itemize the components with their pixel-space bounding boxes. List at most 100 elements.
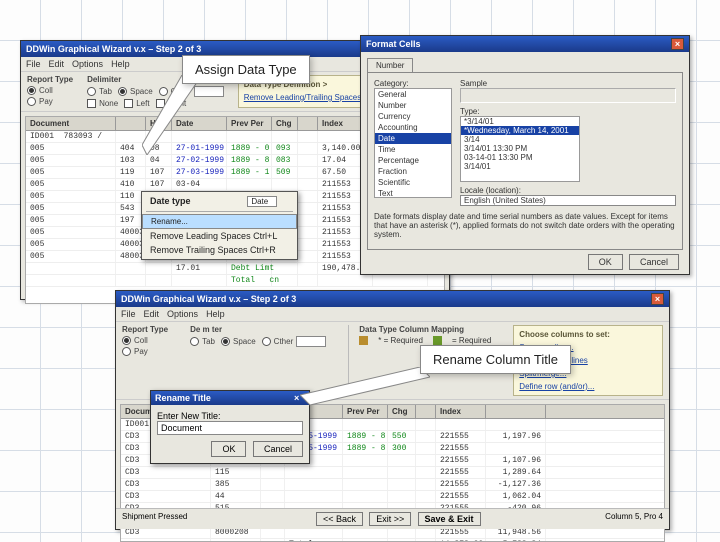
report-type-pay[interactable]: Pay <box>27 97 73 106</box>
column-header[interactable]: Hits <box>146 117 172 130</box>
table-row[interactable]: CD3385221555-1,127.36 <box>121 479 664 491</box>
fmt-category-label: Category: <box>374 79 452 88</box>
fmt-sample-box <box>460 88 676 103</box>
column-header[interactable]: Chg <box>272 117 298 130</box>
callout-rename: Rename Column Title <box>420 345 571 374</box>
ctx-remove-trailing[interactable]: Remove Trailing Spaces Ctrl+R <box>142 243 297 257</box>
strip-none[interactable]: None <box>87 99 118 108</box>
ctx-datetype-heading: Date typeDate <box>142 194 297 209</box>
rename-label: Enter New Title: <box>157 411 303 421</box>
cancel-button[interactable]: Cancel <box>253 441 303 457</box>
column-header[interactable] <box>116 117 146 130</box>
report-type-coll[interactable]: Coll <box>122 336 168 345</box>
column-header[interactable]: Chg <box>388 405 416 418</box>
menu-options[interactable]: Options <box>167 309 198 319</box>
wiz2-links-head: Choose columns to set: <box>519 330 657 339</box>
fmt-titlebar[interactable]: Format Cells × <box>361 36 689 52</box>
table-row[interactable]: CD31152215551,289.64 <box>121 467 664 479</box>
mapping-required-icon <box>359 336 368 345</box>
fmt-type-list[interactable]: *3/14/01*Wednesday, March 14, 20013/143/… <box>460 116 580 182</box>
fmt-category-item[interactable]: Scientific <box>375 177 451 188</box>
delim-other[interactable]: Other <box>159 86 224 97</box>
fmt-category-item[interactable]: Percentage <box>375 155 451 166</box>
ok-button[interactable]: OK <box>211 441 246 457</box>
delimiter-label: De m ter <box>190 325 326 334</box>
delim-other[interactable]: Cther <box>262 336 327 347</box>
wiz2-menubar[interactable]: File Edit Options Help <box>116 307 669 321</box>
report-type-label: Report Type <box>27 75 73 84</box>
mapping-head: Data Type Column Mapping <box>359 325 491 334</box>
fmt-type-item[interactable]: 3/14/01 13:30 PM <box>461 144 579 153</box>
fmt-category-item[interactable]: Fraction <box>375 166 451 177</box>
menu-help[interactable]: Help <box>111 59 130 69</box>
ok-button[interactable]: OK <box>588 254 623 270</box>
fmt-category-item[interactable]: Time <box>375 144 451 155</box>
close-icon[interactable]: × <box>651 293 664 305</box>
wiz2-titlebar[interactable]: DDWin Graphical Wizard v.x – Step 2 of 3… <box>116 291 669 307</box>
wiz1-title: DDWin Graphical Wizard v.x – Step 2 of 3 <box>26 44 201 54</box>
fmt-type-item[interactable]: 3/14 <box>461 135 579 144</box>
fmt-category-list[interactable]: GeneralNumberCurrencyAccountingDateTimeP… <box>374 88 452 198</box>
table-row[interactable]: CD3442215551,062.04 <box>121 491 664 503</box>
fmt-type-item[interactable]: *3/14/01 <box>461 117 579 126</box>
fmt-title: Format Cells <box>366 39 421 49</box>
ctx-remove-leading[interactable]: Remove Leading Spaces Ctrl+L <box>142 229 297 243</box>
ctx-rename[interactable]: Rename... <box>142 214 297 229</box>
fmt-category-item[interactable]: Accounting <box>375 122 451 133</box>
fmt-category-item[interactable]: Number <box>375 100 451 111</box>
column-header[interactable]: Date <box>172 117 227 130</box>
menu-edit[interactable]: Edit <box>144 309 160 319</box>
rename-input[interactable] <box>157 421 303 435</box>
wiz2-footer: Shipment Pressed << Back Exit >> Save & … <box>116 508 669 529</box>
fmt-tab-number[interactable]: Number <box>367 58 413 72</box>
column-context-menu[interactable]: Date typeDate Rename... Remove Leading S… <box>141 191 298 260</box>
column-header[interactable] <box>416 405 436 418</box>
status-text: Shipment Pressed <box>122 512 187 526</box>
mapping-recommended-icon <box>433 336 442 345</box>
mapping-required-label: * = Required <box>378 336 423 345</box>
wiz2-link-3[interactable]: Define row (and/or)... <box>519 382 657 391</box>
menu-file[interactable]: File <box>121 309 136 319</box>
wiz2-title: DDWin Graphical Wizard v.x – Step 2 of 3 <box>121 294 296 304</box>
fmt-type-item[interactable]: 3/14/01 <box>461 162 579 171</box>
save-exit-button[interactable]: Save & Exit <box>418 512 481 526</box>
fmt-type-label: Type: <box>460 107 676 116</box>
close-icon[interactable]: × <box>294 393 305 403</box>
delim-space[interactable]: Space <box>221 336 256 347</box>
fmt-category-item[interactable]: Text <box>375 188 451 198</box>
menu-help[interactable]: Help <box>206 309 225 319</box>
delim-tab[interactable]: Tab <box>87 86 112 97</box>
report-type-pay[interactable]: Pay <box>122 347 168 356</box>
back-button[interactable]: << Back <box>316 512 363 526</box>
menu-options[interactable]: Options <box>72 59 103 69</box>
close-icon[interactable]: × <box>671 38 684 50</box>
strip-left[interactable]: Left <box>124 99 149 108</box>
report-type-coll[interactable]: Coll <box>27 86 73 95</box>
strip-right[interactable]: Right <box>156 99 187 108</box>
wiz2-toolbar: Report Type Coll Pay De m ter Tab Space … <box>116 321 669 400</box>
delim-tab[interactable]: Tab <box>190 336 215 347</box>
fmt-locale-select[interactable]: English (United States) <box>460 195 676 206</box>
column-status: Column 5, Pro 4 <box>605 512 663 526</box>
fmt-category-item[interactable]: General <box>375 89 451 100</box>
report-type-label: Report Type <box>122 325 168 334</box>
fmt-category-item[interactable]: Date <box>375 133 451 144</box>
rename-title: Rename Title <box>155 393 211 403</box>
fmt-category-item[interactable]: Currency <box>375 111 451 122</box>
mapping-recommended-label: = Required <box>452 336 491 345</box>
delim-space[interactable]: Space <box>118 86 153 97</box>
format-cells-dialog[interactable]: Format Cells × Number Category: GeneralN… <box>360 35 690 275</box>
column-header[interactable]: Document <box>26 117 116 130</box>
rename-title-dialog[interactable]: Rename Title × Enter New Title: OK Cance… <box>150 390 310 464</box>
exit-button[interactable]: Exit >> <box>369 512 411 526</box>
column-header[interactable]: Prev Per <box>343 405 388 418</box>
fmt-type-item[interactable]: *Wednesday, March 14, 2001 <box>461 126 579 135</box>
column-header[interactable]: Prev Per <box>227 117 272 130</box>
menu-edit[interactable]: Edit <box>49 59 65 69</box>
menu-file[interactable]: File <box>26 59 41 69</box>
callout-assign: Assign Data Type <box>182 55 310 84</box>
cancel-button[interactable]: Cancel <box>629 254 679 270</box>
fmt-type-item[interactable]: 03-14-01 13:30 PM <box>461 153 579 162</box>
column-header[interactable]: Index <box>436 405 486 418</box>
column-header[interactable] <box>298 117 318 130</box>
